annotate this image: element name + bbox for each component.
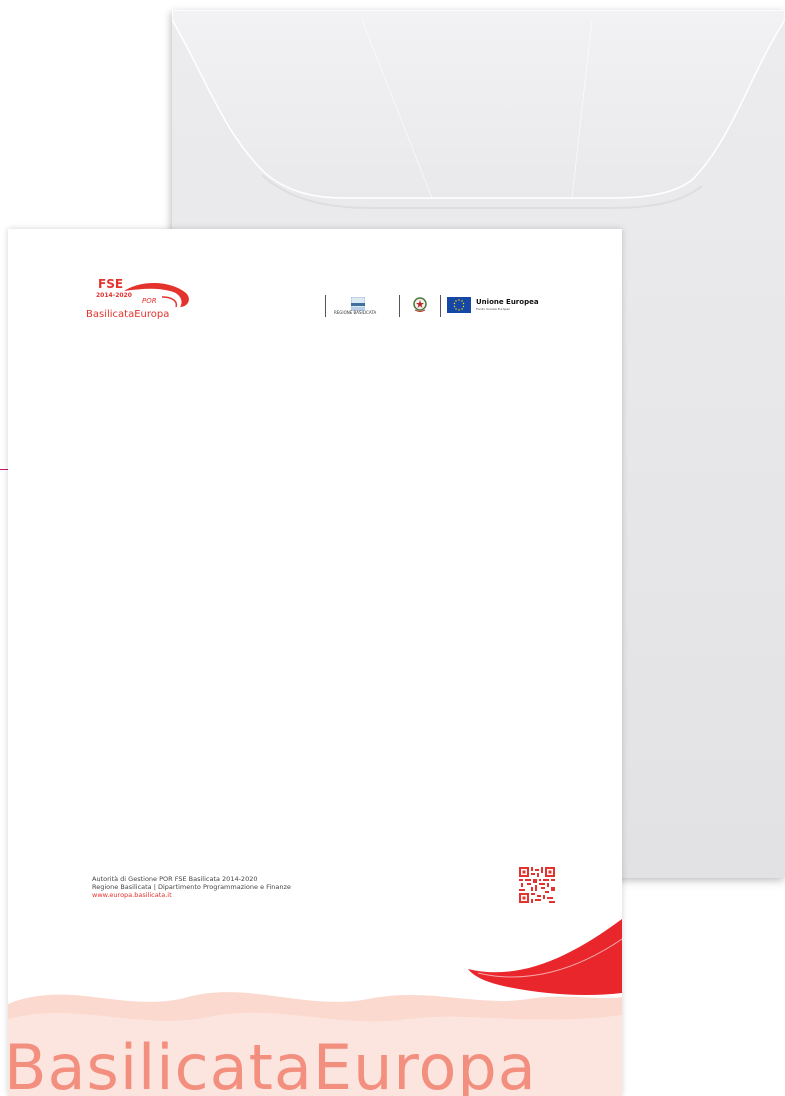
italian-emblem-icon [413, 297, 427, 312]
logo-years: 2014-2020 [96, 292, 132, 299]
letterhead-sheet: FSE 2014-2020 POR BasilicataEuropa REGIO… [8, 229, 622, 1096]
regione-basilicata-icon [351, 297, 365, 311]
footer-department: Regione Basilicata | Dipartimento Progra… [92, 883, 291, 891]
logo-fse-text: FSE [98, 277, 124, 291]
divider [399, 295, 400, 317]
eu-flag-icon [447, 297, 471, 313]
brand-watermark: BasilicataEuropa [8, 1031, 537, 1096]
eu-subtitle: Fondo Sociale Europeo [476, 307, 511, 311]
footer-website-link[interactable]: www.europa.basilicata.it [92, 891, 291, 899]
divider [440, 295, 441, 317]
footer-authority: Autorità di Gestione POR FSE Basilicata … [92, 875, 258, 883]
qr-code-icon [519, 867, 555, 903]
eu-title: Unione Europea [476, 298, 539, 306]
fse-swoosh-icon [124, 282, 189, 308]
logo-brand-name: BasilicataEuropa [86, 309, 170, 320]
logo-por: POR [142, 297, 157, 305]
partner-logos: REGIONE BASILICATA Unione Europea Fondo … [325, 295, 565, 317]
footer-address: Autorità di Gestione POR FSE Basilicata … [92, 875, 291, 899]
divider [325, 295, 326, 317]
fse-logo: FSE 2014-2020 POR BasilicataEuropa [86, 277, 196, 327]
regione-label: REGIONE BASILICATA [334, 310, 377, 315]
